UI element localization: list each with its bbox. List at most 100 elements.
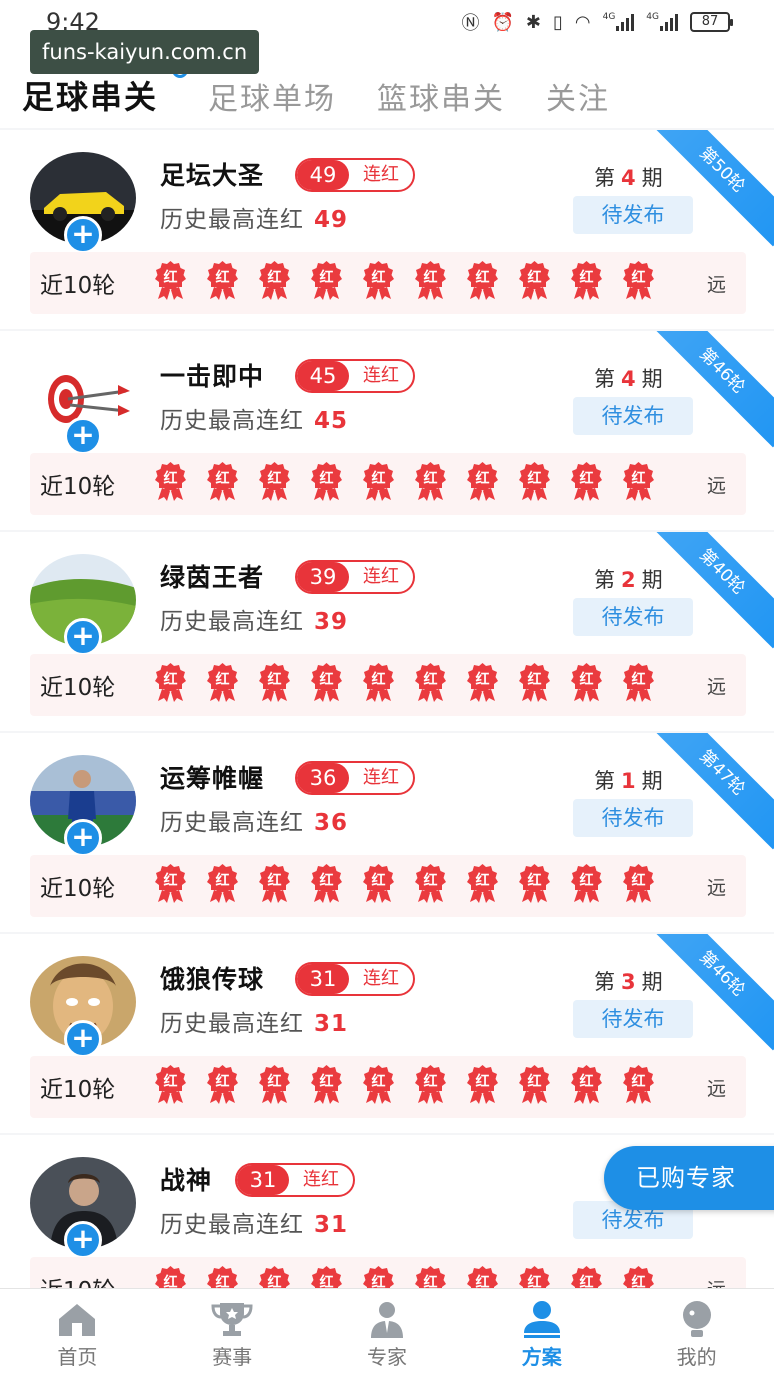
red-medal-icon: 红	[152, 461, 189, 501]
signal-icon: 4G	[603, 13, 635, 31]
medal-list: 红红红红红红红红红红	[152, 461, 657, 507]
follow-plus-button[interactable]: +	[64, 216, 102, 254]
nav-mine[interactable]: 我的	[619, 1289, 774, 1376]
expert-card[interactable]: + 运筹帷幄 36 连红 历史最高连红 36 第 1 期待发布 第47轮 近10轮红红红红红红红红红…	[0, 733, 774, 932]
red-medal-icon: 红	[620, 1064, 657, 1104]
streak-badge: 49 连红	[295, 158, 415, 192]
tab-basketball-parlay[interactable]: 篮球串关	[377, 74, 505, 118]
red-medal-icon: 红	[516, 662, 553, 702]
red-medal-icon: 红	[204, 1064, 241, 1104]
red-medal-icon: 红	[152, 662, 189, 702]
red-medal-icon: 红	[464, 461, 501, 501]
pending-publish-button[interactable]: 待发布	[573, 397, 693, 435]
red-medal-icon: 红	[412, 1064, 449, 1104]
expert-name: 饿狼传球	[160, 965, 265, 994]
expert-icon	[365, 1299, 409, 1339]
period-label: 第1期	[594, 769, 663, 793]
red-medal-icon: 红	[360, 863, 397, 903]
far-label: 远	[706, 1078, 726, 1100]
trophy-icon	[210, 1299, 254, 1339]
plan-icon	[520, 1299, 564, 1339]
purchased-experts-button[interactable]: 已购专家	[604, 1146, 774, 1210]
red-medal-icon: 红	[360, 1064, 397, 1104]
far-label: 远	[706, 274, 726, 296]
expert-card[interactable]: + 足坛大圣 49 连红 历史最高连红 49 第 4 期待发布 第50轮 近10轮红红红红红红红红红…	[0, 130, 774, 329]
far-label: 远	[706, 877, 726, 899]
recent-rounds-row: 近10轮红红红红红红红红红红远	[30, 654, 746, 716]
nav-plans[interactable]: 方案	[464, 1289, 619, 1376]
recent-label: 近10轮	[40, 474, 116, 500]
pending-publish-button[interactable]: 待发布	[573, 196, 693, 234]
red-medal-icon: 红	[568, 260, 605, 300]
red-medal-icon: 红	[412, 662, 449, 702]
nav-matches[interactable]: 赛事	[155, 1289, 310, 1376]
expert-card[interactable]: + 一击即中 45 连红 历史最高连红 45 第 4 期待发布 第46轮 近10轮红红红红红红红红红…	[0, 331, 774, 530]
pending-publish-button[interactable]: 待发布	[573, 1000, 693, 1038]
red-medal-icon: 红	[412, 863, 449, 903]
red-medal-icon: 红	[152, 260, 189, 300]
recent-label: 近10轮	[40, 876, 116, 902]
red-medal-icon: 红	[568, 1064, 605, 1104]
medal-list: 红红红红红红红红红红	[152, 260, 657, 306]
streak-count: 39	[297, 562, 349, 592]
red-medal-icon: 红	[308, 1064, 345, 1104]
wifi-icon: ◠	[574, 11, 591, 33]
follow-plus-button[interactable]: +	[64, 1221, 102, 1259]
history-max: 历史最高连红 36	[160, 810, 349, 836]
period-label: 第3期	[594, 970, 663, 994]
follow-plus-button[interactable]: +	[64, 417, 102, 455]
streak-badge: 45 连红	[295, 359, 415, 393]
tab-football-single[interactable]: 足球单场	[208, 74, 336, 118]
red-medal-icon: 红	[464, 260, 501, 300]
follow-plus-button[interactable]: +	[64, 819, 102, 857]
streak-label: 连红	[303, 1169, 339, 1190]
expert-card[interactable]: + 饿狼传球 31 连红 历史最高连红 31 第 3 期待发布 第46轮 近10轮红红红红红红红红红…	[0, 934, 774, 1133]
red-medal-icon: 红	[152, 1064, 189, 1104]
far-label: 远	[706, 676, 726, 698]
red-medal-icon: 红	[308, 461, 345, 501]
tab-follow[interactable]: 关注	[546, 74, 610, 118]
red-medal-icon: 红	[308, 863, 345, 903]
streak-count: 49	[297, 160, 349, 190]
red-medal-icon: 红	[620, 863, 657, 903]
history-max: 历史最高连红 39	[160, 609, 349, 635]
pending-publish-button[interactable]: 待发布	[573, 598, 693, 636]
nfc-icon: Ⓝ	[461, 13, 480, 34]
streak-count: 36	[297, 763, 349, 793]
red-medal-icon: 红	[412, 260, 449, 300]
red-medal-icon: 红	[256, 863, 293, 903]
red-medal-icon: 红	[308, 662, 345, 702]
expert-card[interactable]: + 绿茵王者 39 连红 历史最高连红 39 第 2 期待发布 第40轮 近10轮红红红红红红红红红…	[0, 532, 774, 731]
nav-experts[interactable]: 专家	[310, 1289, 465, 1376]
streak-label: 连红	[363, 968, 399, 989]
red-medal-icon: 红	[204, 260, 241, 300]
red-medal-icon: 红	[412, 461, 449, 501]
red-medal-icon: 红	[204, 461, 241, 501]
status-icons: Ⓝ ⏰ ✱ ▯ ◠ 4G 4G 87	[461, 10, 733, 34]
streak-badge: 36 连红	[295, 761, 415, 795]
red-medal-icon: 红	[516, 461, 553, 501]
recent-rounds-row: 近10轮红红红红红红红红红红远	[30, 453, 746, 515]
tab-football-parlay[interactable]: 足球串关	[22, 72, 158, 118]
red-medal-icon: 红	[256, 662, 293, 702]
red-medal-icon: 红	[256, 260, 293, 300]
follow-plus-button[interactable]: +	[64, 618, 102, 656]
nav-home[interactable]: 首页	[0, 1289, 155, 1376]
red-medal-icon: 红	[464, 863, 501, 903]
vibrate-icon: ▯	[552, 11, 563, 33]
streak-count: 31	[297, 964, 349, 994]
recent-rounds-row: 近10轮红红红红红红红红红红远	[30, 1056, 746, 1118]
red-medal-icon: 红	[152, 863, 189, 903]
red-medal-icon: 红	[516, 863, 553, 903]
profile-icon	[675, 1299, 719, 1339]
streak-label: 连红	[363, 365, 399, 386]
red-medal-icon: 红	[360, 260, 397, 300]
red-medal-icon: 红	[464, 662, 501, 702]
period-label: 第4期	[594, 367, 663, 391]
pending-publish-button[interactable]: 待发布	[573, 799, 693, 837]
expert-name: 足坛大圣	[160, 161, 265, 190]
follow-plus-button[interactable]: +	[64, 1020, 102, 1058]
red-medal-icon: 红	[568, 662, 605, 702]
medal-list: 红红红红红红红红红红	[152, 863, 657, 909]
recent-label: 近10轮	[40, 1077, 116, 1103]
